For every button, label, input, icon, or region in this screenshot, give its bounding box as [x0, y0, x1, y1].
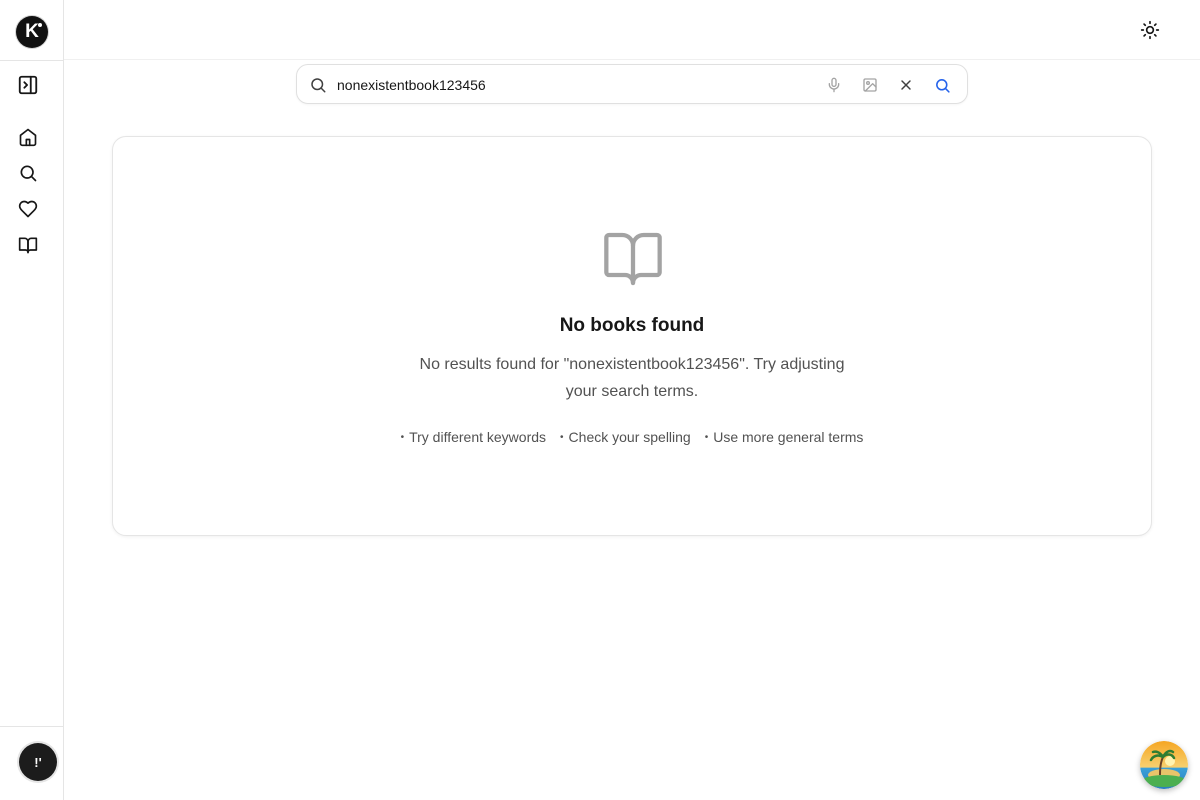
sidebar-item-library[interactable]	[16, 233, 40, 257]
assistant-avatar-button[interactable]	[1140, 741, 1188, 789]
logo-letter: K	[25, 21, 39, 42]
clear-search-button[interactable]	[896, 75, 916, 95]
image-search-button[interactable]	[860, 75, 880, 95]
user-avatar[interactable]: !'	[19, 743, 57, 781]
empty-state-message: No results found for "nonexistentbook123…	[419, 356, 845, 400]
app-logo[interactable]: K	[16, 16, 48, 48]
image-icon	[863, 78, 877, 92]
sidebar-bottom-divider	[0, 726, 64, 727]
logo-dot	[38, 23, 42, 27]
sidebar: K !'	[0, 0, 64, 800]
search-bar	[296, 64, 968, 104]
book-open-icon	[18, 237, 38, 254]
submit-search-button[interactable]	[932, 75, 952, 95]
sidebar-item-home[interactable]	[16, 125, 40, 149]
panel-toggle-icon	[18, 75, 38, 95]
search-tip: Check your spelling	[560, 429, 691, 445]
sun-icon	[1140, 20, 1160, 40]
close-icon	[901, 80, 911, 90]
toggle-sidebar-button[interactable]	[16, 73, 40, 97]
sidebar-item-search[interactable]	[16, 161, 40, 185]
search-icon	[935, 78, 950, 93]
empty-state-title: No books found	[559, 315, 705, 336]
search-icon	[20, 165, 37, 182]
sidebar-divider	[0, 60, 64, 61]
theme-toggle-button[interactable]	[1140, 20, 1160, 40]
heart-icon	[18, 200, 38, 218]
book-open-icon	[604, 232, 662, 286]
search-tip: Use more general terms	[705, 429, 863, 445]
results-card: No books found No results found for "non…	[112, 136, 1152, 536]
home-icon	[19, 128, 37, 147]
island-icon	[1140, 741, 1188, 789]
search-tips: Try different keywords Check your spelli…	[113, 429, 1151, 445]
search-icon	[311, 78, 326, 93]
microphone-icon	[828, 77, 840, 93]
sidebar-item-favorites[interactable]	[16, 197, 40, 221]
top-bar	[64, 0, 1200, 60]
search-input[interactable]	[337, 73, 807, 97]
voice-search-button[interactable]	[824, 75, 844, 95]
avatar-initial: !'	[34, 754, 42, 770]
search-tip: Try different keywords	[401, 429, 546, 445]
